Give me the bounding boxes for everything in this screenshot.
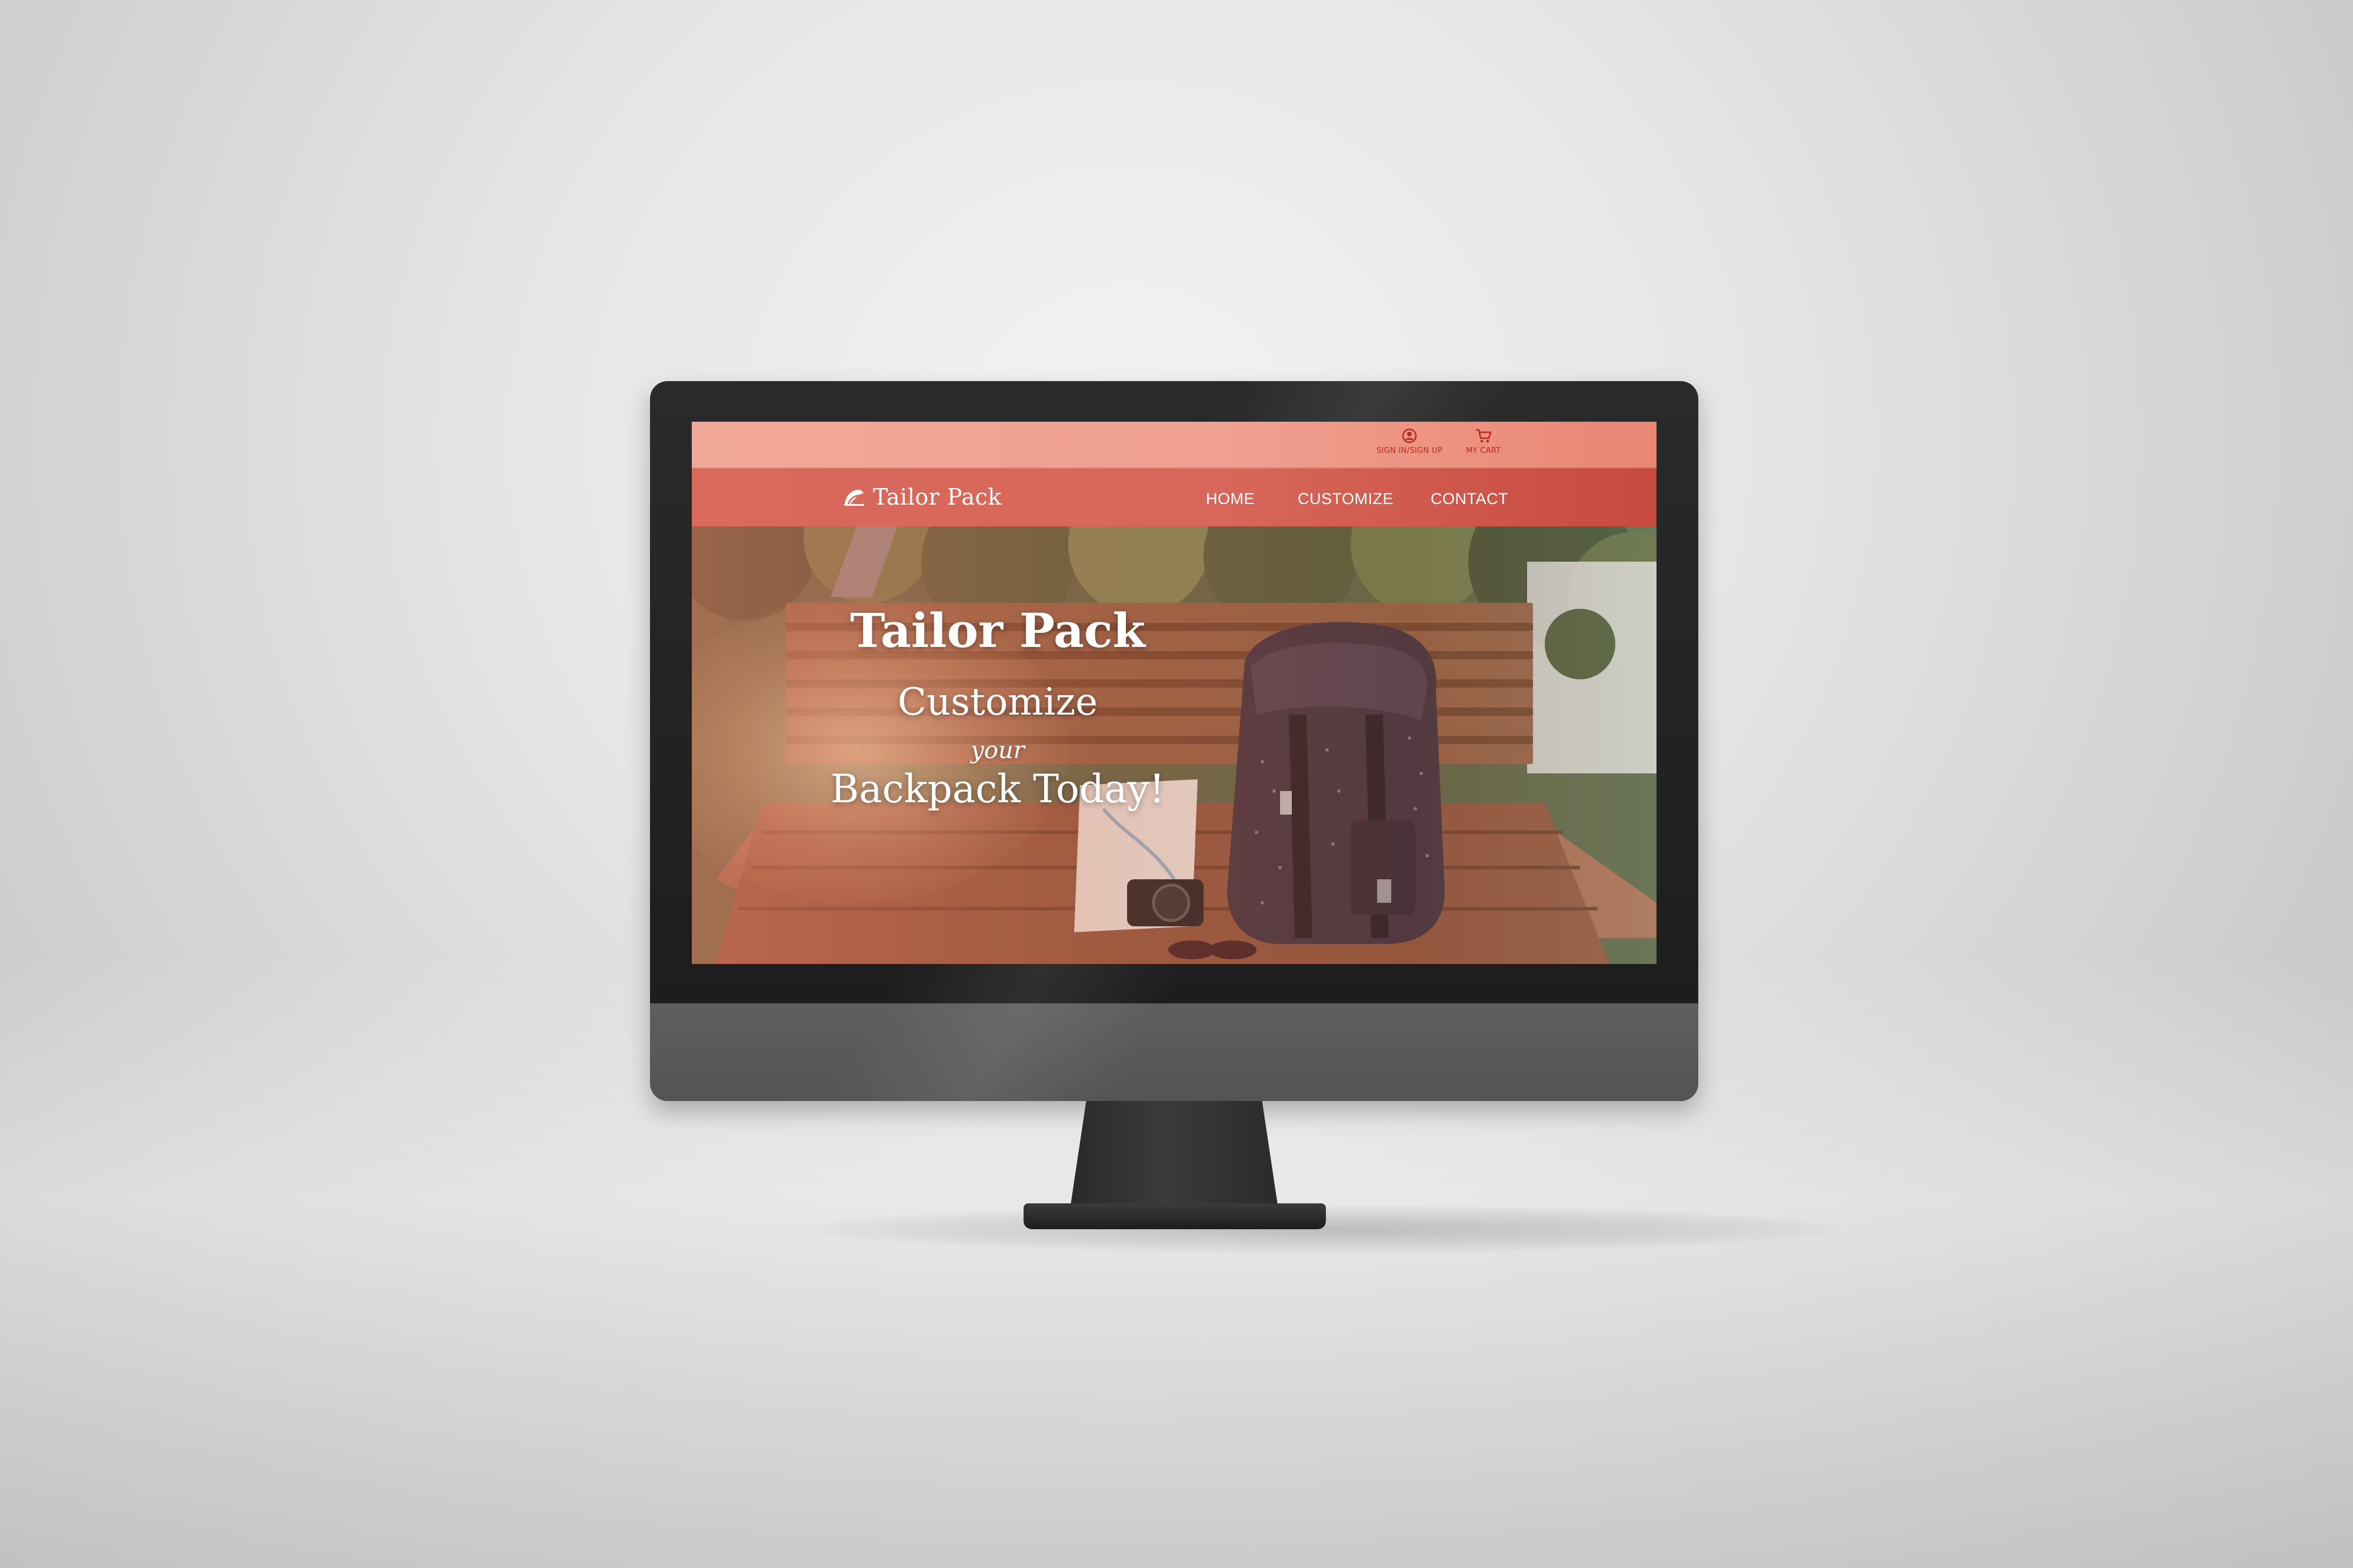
hero-tagline-backpack-today: Backpack Today! [830, 766, 1165, 812]
hero-title: Tailor Pack [850, 603, 1145, 658]
brand-name: Tailor Pack [873, 484, 1002, 510]
monitor-stand-foot [1024, 1203, 1326, 1229]
backpack-logo-icon [844, 489, 864, 506]
user-circle-icon [1402, 428, 1417, 443]
nav-home[interactable]: HOME [1206, 490, 1255, 508]
screen: SIGN IN/SIGN UP MY CART Tailor Pack HOME… [692, 422, 1657, 964]
main-navbar: Tailor Pack HOME CUSTOMIZE CONTACT [692, 468, 1657, 528]
hero-tagline-customize: Customize [897, 680, 1098, 724]
my-cart-label: MY CART [1466, 446, 1501, 455]
nav-customize[interactable]: CUSTOMIZE [1298, 490, 1394, 508]
hero-tagline-your: your [971, 737, 1025, 764]
nav-contact[interactable]: CONTACT [1431, 490, 1508, 508]
monitor-stand-neck [1069, 1101, 1279, 1213]
cart-icon [1475, 429, 1491, 443]
hero-banner: Tailor Pack Customize your Backpack Toda… [692, 526, 1657, 964]
my-cart-link[interactable]: MY CART [1466, 428, 1501, 455]
brand-logo-link[interactable]: Tailor Pack [842, 484, 1002, 510]
sign-in-link[interactable]: SIGN IN/SIGN UP [1377, 428, 1442, 455]
sign-in-label: SIGN IN/SIGN UP [1377, 446, 1442, 455]
utility-bar: SIGN IN/SIGN UP MY CART [692, 422, 1657, 468]
monitor-chin [650, 1003, 1698, 1101]
